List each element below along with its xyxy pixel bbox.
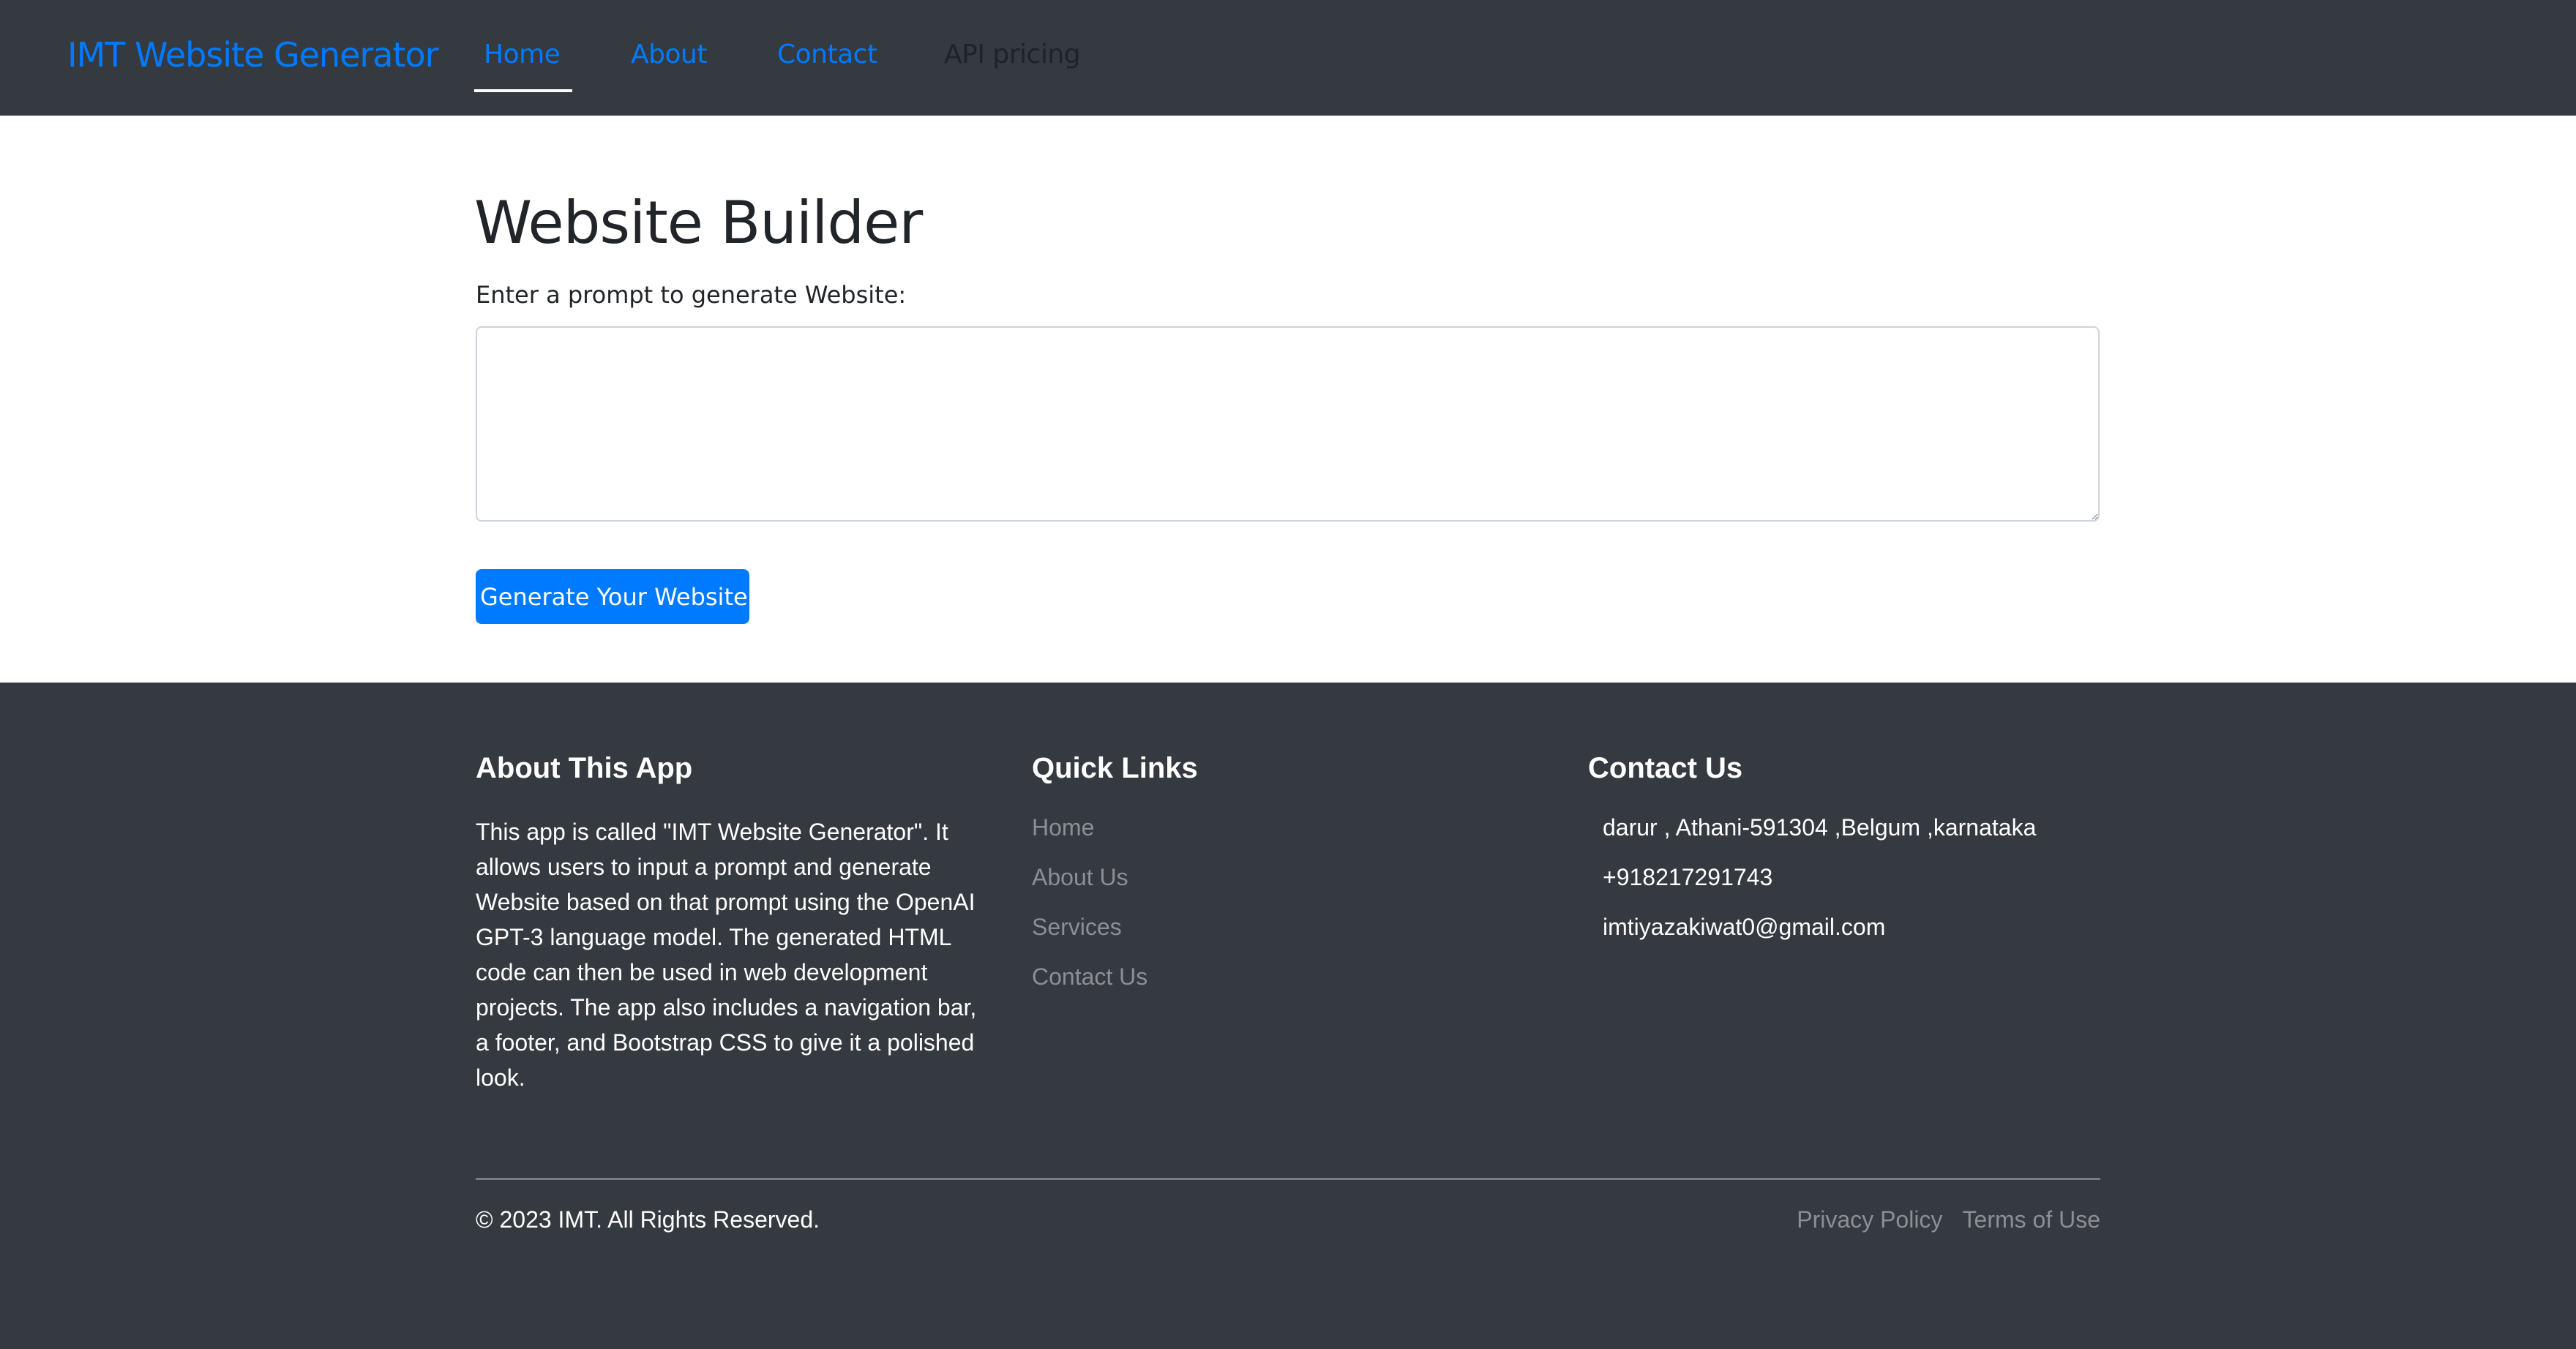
- quick-link-item: Home: [1032, 814, 1198, 864]
- website-builder-section: Website Builder Enter a prompt to genera…: [0, 116, 2576, 683]
- quick-links-list: Home About Us Services Contact Us: [1032, 814, 1198, 1013]
- about-description: This app is called "IMT Website Generato…: [476, 819, 977, 1091]
- site-footer: About This App This app is called "IMT W…: [0, 683, 2576, 1349]
- prompt-textarea[interactable]: [476, 326, 2100, 522]
- legal-links: Privacy Policy Terms of Use: [1781, 1206, 2100, 1233]
- contact-column: Contact Us darur , Athani-591304 ,Belgum…: [1588, 752, 2036, 963]
- quick-link-item: About Us: [1032, 864, 1198, 914]
- page-title: Website Builder: [474, 189, 923, 257]
- brand-logo-link[interactable]: IMT Website Generator: [67, 35, 439, 75]
- quick-link-item: Services: [1032, 914, 1198, 963]
- privacy-policy-link[interactable]: Privacy Policy: [1797, 1206, 1942, 1233]
- quick-link-home[interactable]: Home: [1032, 814, 1094, 841]
- quick-links-column: Quick Links Home About Us Services Conta…: [1032, 752, 1198, 1013]
- nav-link-contact[interactable]: Contact: [777, 40, 877, 69]
- copyright-text: © 2023 IMT. All Rights Reserved.: [476, 1206, 820, 1233]
- generate-website-button[interactable]: Generate Your Website: [476, 569, 749, 624]
- contact-address: darur , Athani-591304 ,Belgum ,karnataka: [1603, 814, 2037, 841]
- terms-of-use-link[interactable]: Terms of Use: [1963, 1206, 2100, 1233]
- quick-link-services[interactable]: Services: [1032, 914, 1122, 940]
- top-navbar: IMT Website Generator Home About Contact…: [0, 0, 2576, 116]
- contact-phone: +918217291743: [1603, 864, 1773, 890]
- about-column: About This App This app is called "IMT W…: [476, 752, 995, 1095]
- contact-list: darur , Athani-591304 ,Belgum ,karnataka…: [1603, 814, 2036, 963]
- nav-link-home[interactable]: Home: [484, 40, 561, 69]
- quick-links-heading: Quick Links: [1032, 752, 1198, 784]
- contact-email: imtiyazakiwat0@gmail.com: [1603, 914, 1886, 940]
- prompt-label: Enter a prompt to generate Website:: [476, 281, 907, 309]
- nav-link-api-pricing[interactable]: API pricing: [944, 40, 1081, 69]
- quick-link-item: Contact Us: [1032, 963, 1198, 1013]
- about-heading: About This App: [476, 752, 693, 784]
- quick-link-about-us[interactable]: About Us: [1032, 864, 1128, 890]
- contact-heading: Contact Us: [1588, 752, 1743, 784]
- quick-link-contact-us[interactable]: Contact Us: [1032, 963, 1147, 990]
- active-nav-indicator: [474, 89, 572, 92]
- nav-link-about[interactable]: About: [631, 40, 707, 69]
- footer-divider: [476, 1178, 2100, 1180]
